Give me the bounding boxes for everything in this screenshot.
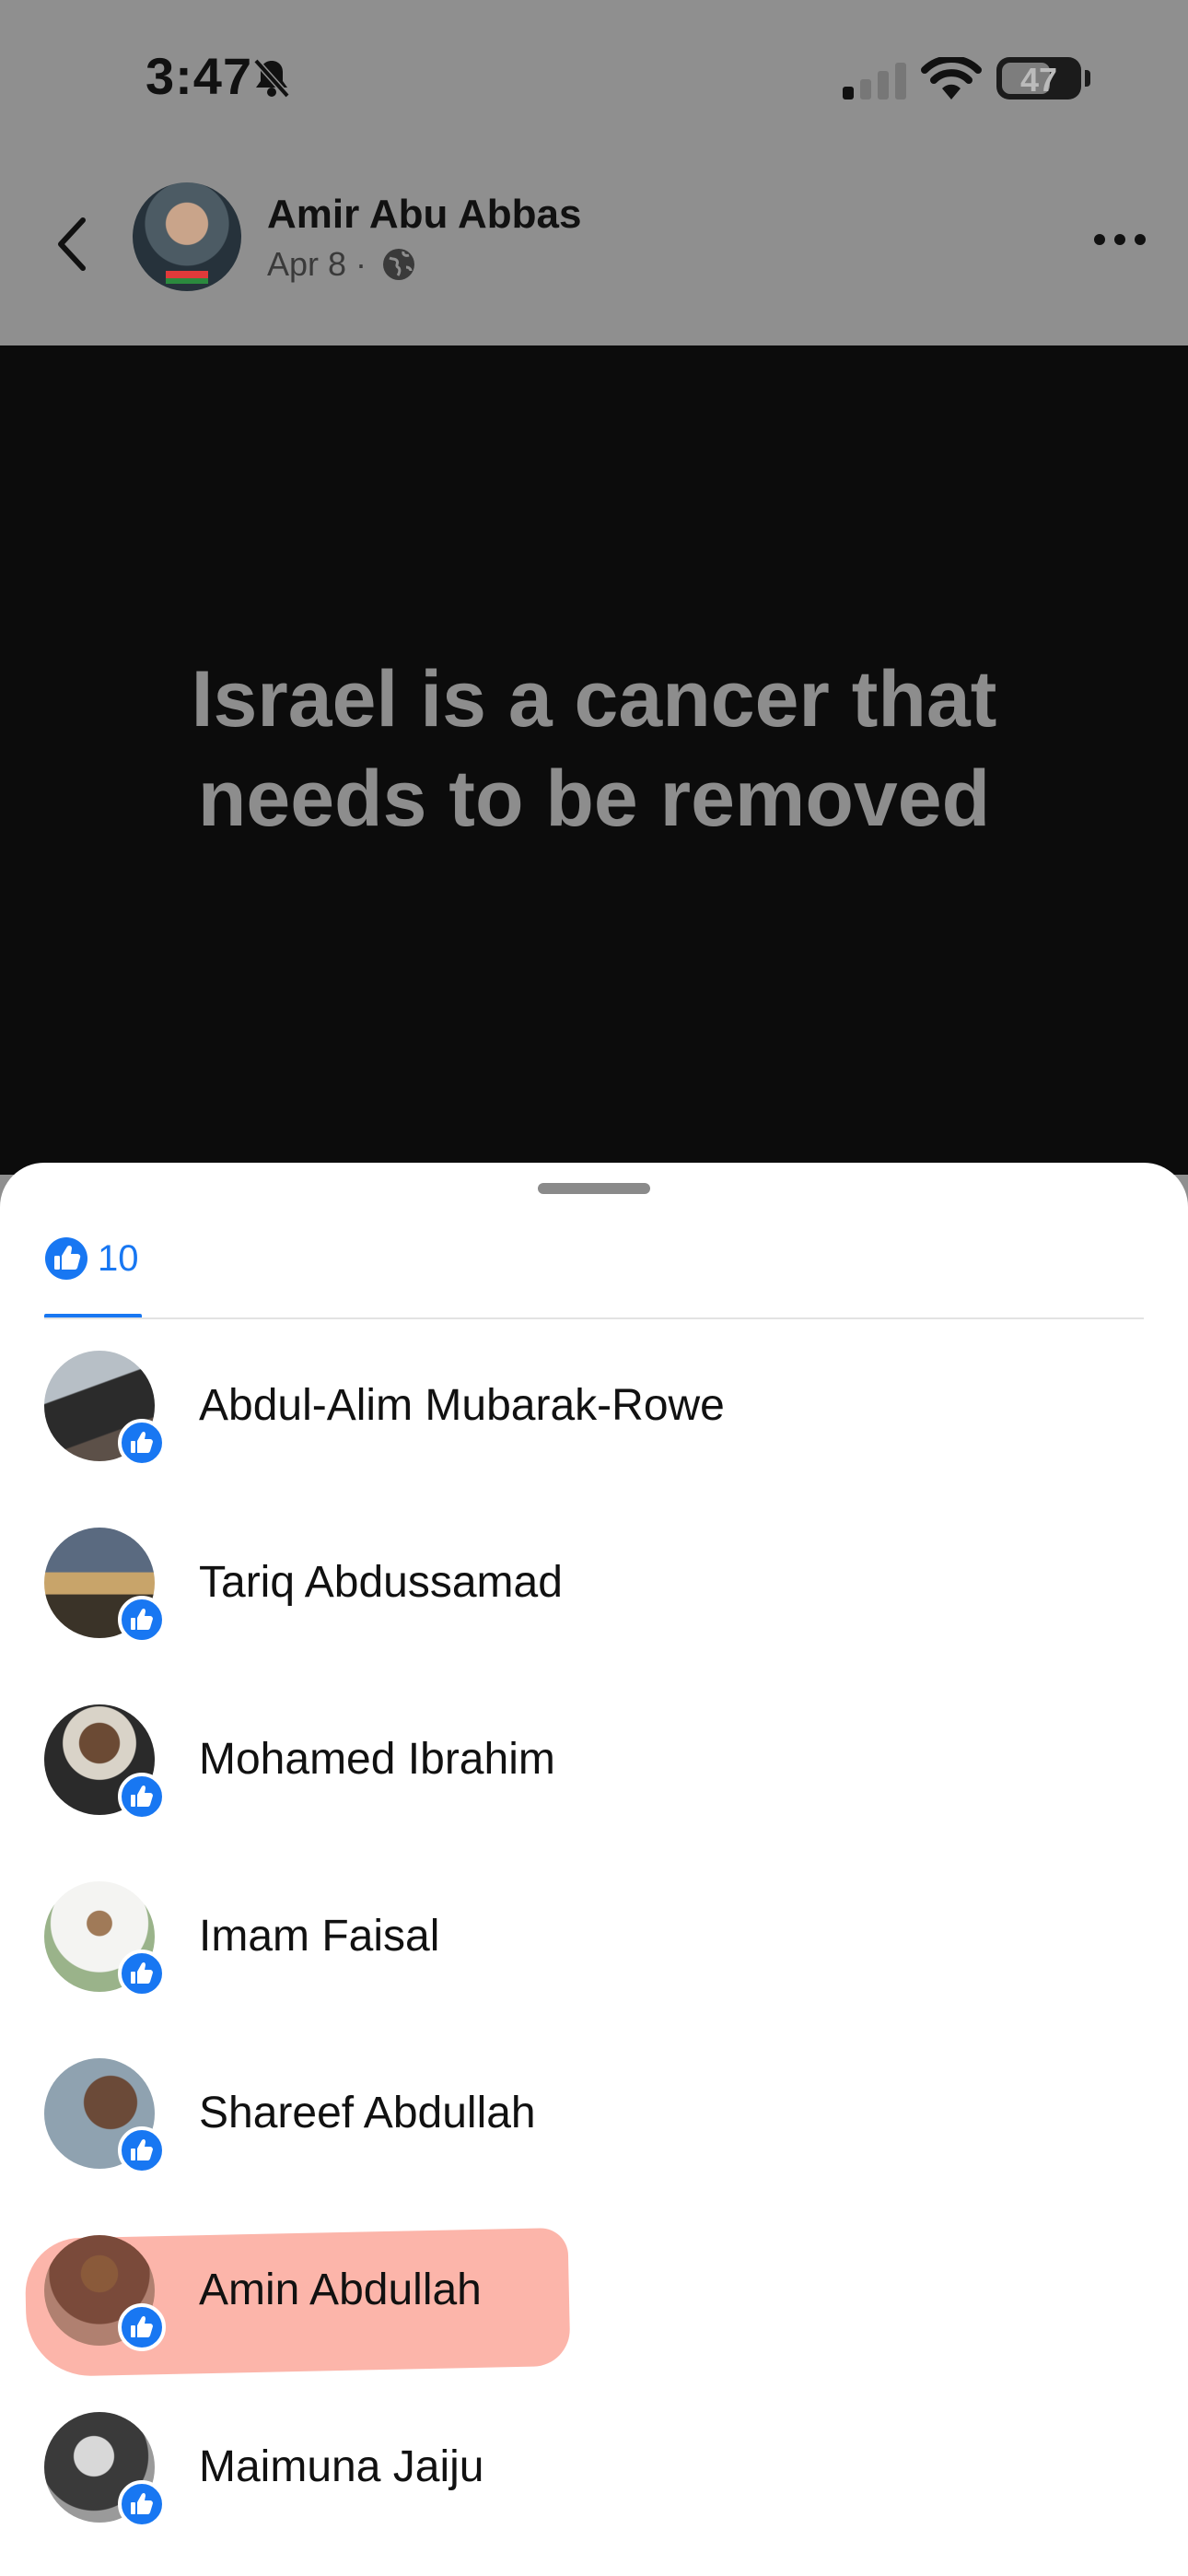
- post-date[interactable]: Apr 8 ·: [267, 245, 367, 284]
- list-item[interactable]: Amin Abdullah: [0, 2224, 1188, 2381]
- like-badge-icon: [118, 2480, 166, 2528]
- list-item[interactable]: Imam Faisal: [0, 1870, 1188, 2027]
- like-count: 10: [98, 1238, 139, 1279]
- like-icon: [45, 1237, 87, 1280]
- reactor-name[interactable]: Amin Abdullah: [199, 2265, 482, 2315]
- list-item[interactable]: Tariq Abdussamad: [0, 1516, 1188, 1673]
- like-badge-icon: [118, 1773, 166, 1821]
- like-badge-icon: [118, 2303, 166, 2351]
- post-text-line-1: Israel is a cancer that: [191, 655, 997, 744]
- status-time: 3:47: [146, 47, 253, 105]
- list-item[interactable]: Abdul-Alim Mubarak-Rowe: [0, 1340, 1188, 1496]
- post-content: Israel is a cancer that needs to be remo…: [0, 345, 1188, 1175]
- list-item[interactable]: Shareef Abdullah: [0, 2047, 1188, 2204]
- wifi-icon: [921, 57, 982, 100]
- author-avatar[interactable]: [133, 182, 241, 291]
- reactor-name[interactable]: Tariq Abdussamad: [199, 1557, 563, 1608]
- bell-slash-icon: [253, 58, 290, 99]
- reactor-name[interactable]: Abdul-Alim Mubarak-Rowe: [199, 1380, 725, 1431]
- list-item[interactable]: Mohamed Ibrahim: [0, 1693, 1188, 1850]
- post-text: Israel is a cancer that needs to be remo…: [0, 650, 1188, 849]
- reactor-name[interactable]: Imam Faisal: [199, 1911, 439, 1961]
- sheet-drag-handle[interactable]: [538, 1183, 650, 1194]
- more-options-icon[interactable]: [1092, 230, 1147, 249]
- list-item[interactable]: Maimuna Jaiju: [0, 2401, 1188, 2558]
- tab-divider: [44, 1317, 1144, 1319]
- cellular-signal-icon: [843, 63, 906, 100]
- like-badge-icon: [118, 1596, 166, 1644]
- battery-icon: 47: [996, 57, 1081, 100]
- post-header: Amir Abu Abbas Apr 8 ·: [0, 157, 1188, 345]
- post-text-line-2: needs to be removed: [197, 755, 991, 843]
- like-badge-icon: [118, 2126, 166, 2174]
- author-name[interactable]: Amir Abu Abbas: [267, 192, 581, 238]
- battery-level: 47: [1019, 61, 1058, 99]
- reactor-name[interactable]: Mohamed Ibrahim: [199, 1734, 555, 1785]
- like-badge-icon: [118, 1419, 166, 1467]
- globe-icon: [383, 249, 414, 280]
- status-bar: 3:47 47: [0, 0, 1188, 157]
- back-chevron-icon[interactable]: [46, 207, 101, 281]
- reactions-sheet: 10 Abdul-Alim Mubarak-Rowe Tariq Abdussa…: [0, 1163, 1188, 2576]
- like-badge-icon: [118, 1950, 166, 1997]
- reactor-name[interactable]: Maimuna Jaiju: [199, 2441, 483, 2492]
- reactor-name[interactable]: Shareef Abdullah: [199, 2088, 536, 2138]
